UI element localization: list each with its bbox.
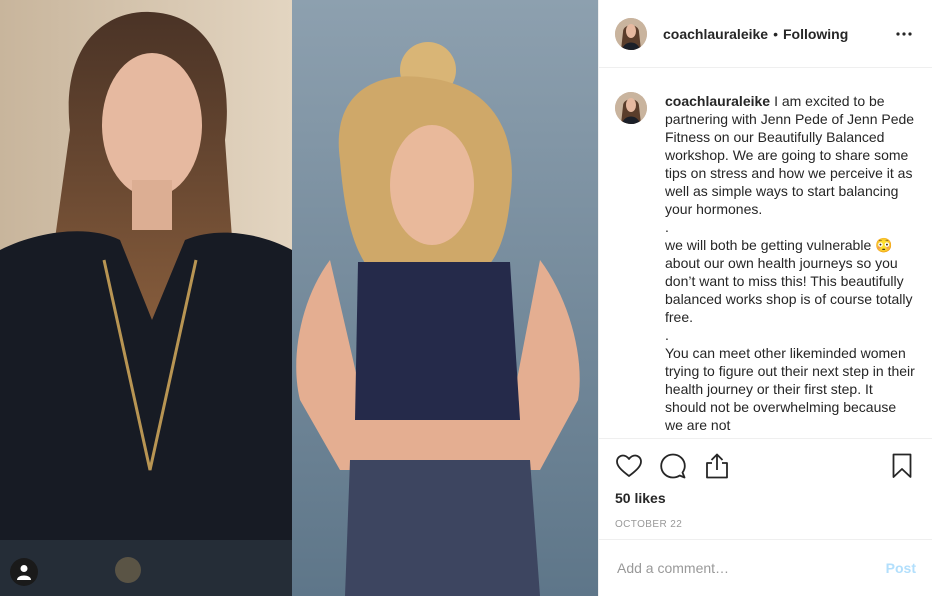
- avatar-image: [615, 17, 647, 50]
- post-comment-button[interactable]: Post: [886, 560, 916, 576]
- instagram-post: coachlauraleike • Following coachlaurale…: [0, 0, 932, 596]
- post-actions: 50 likes OCTOBER 22: [599, 438, 932, 538]
- comment-button[interactable]: [659, 452, 687, 480]
- add-comment-bar: Post: [599, 539, 932, 596]
- caption-avatar[interactable]: [615, 92, 647, 124]
- header-text: coachlauraleike • Following: [663, 26, 892, 42]
- comment-input[interactable]: [615, 559, 886, 577]
- heart-icon: [616, 454, 642, 477]
- post-photo: [0, 0, 598, 596]
- action-icons: [615, 439, 916, 493]
- post-date: OCTOBER 22: [615, 519, 683, 530]
- like-button[interactable]: [615, 452, 643, 480]
- more-options-button[interactable]: [892, 22, 916, 46]
- comments-area[interactable]: coachlauraleike I am excited to be partne…: [599, 68, 932, 438]
- post-image[interactable]: [0, 0, 598, 596]
- avatar[interactable]: [615, 17, 647, 50]
- likes-count[interactable]: 50 likes: [615, 490, 916, 506]
- share-icon: [706, 453, 728, 479]
- caption-text: I am excited to be partnering with Jenn …: [665, 93, 915, 433]
- avatar-image: [615, 92, 647, 124]
- caption-username[interactable]: coachlauraleike: [665, 93, 770, 109]
- post-caption: coachlauraleike I am excited to be partne…: [665, 92, 915, 438]
- share-button[interactable]: [703, 452, 731, 480]
- comment-bubble-icon: [660, 453, 686, 479]
- more-options-icon: [896, 31, 912, 36]
- following-button[interactable]: Following: [783, 26, 848, 42]
- tag-people-button[interactable]: [10, 558, 38, 586]
- separator-dot: •: [773, 25, 778, 42]
- bookmark-icon: [892, 453, 912, 478]
- header-username[interactable]: coachlauraleike: [663, 26, 768, 42]
- post-header: coachlauraleike • Following: [599, 0, 932, 68]
- user-tag-icon: [17, 565, 31, 580]
- save-button[interactable]: [888, 452, 916, 480]
- post-sidebar: coachlauraleike • Following coachlaurale…: [598, 0, 932, 596]
